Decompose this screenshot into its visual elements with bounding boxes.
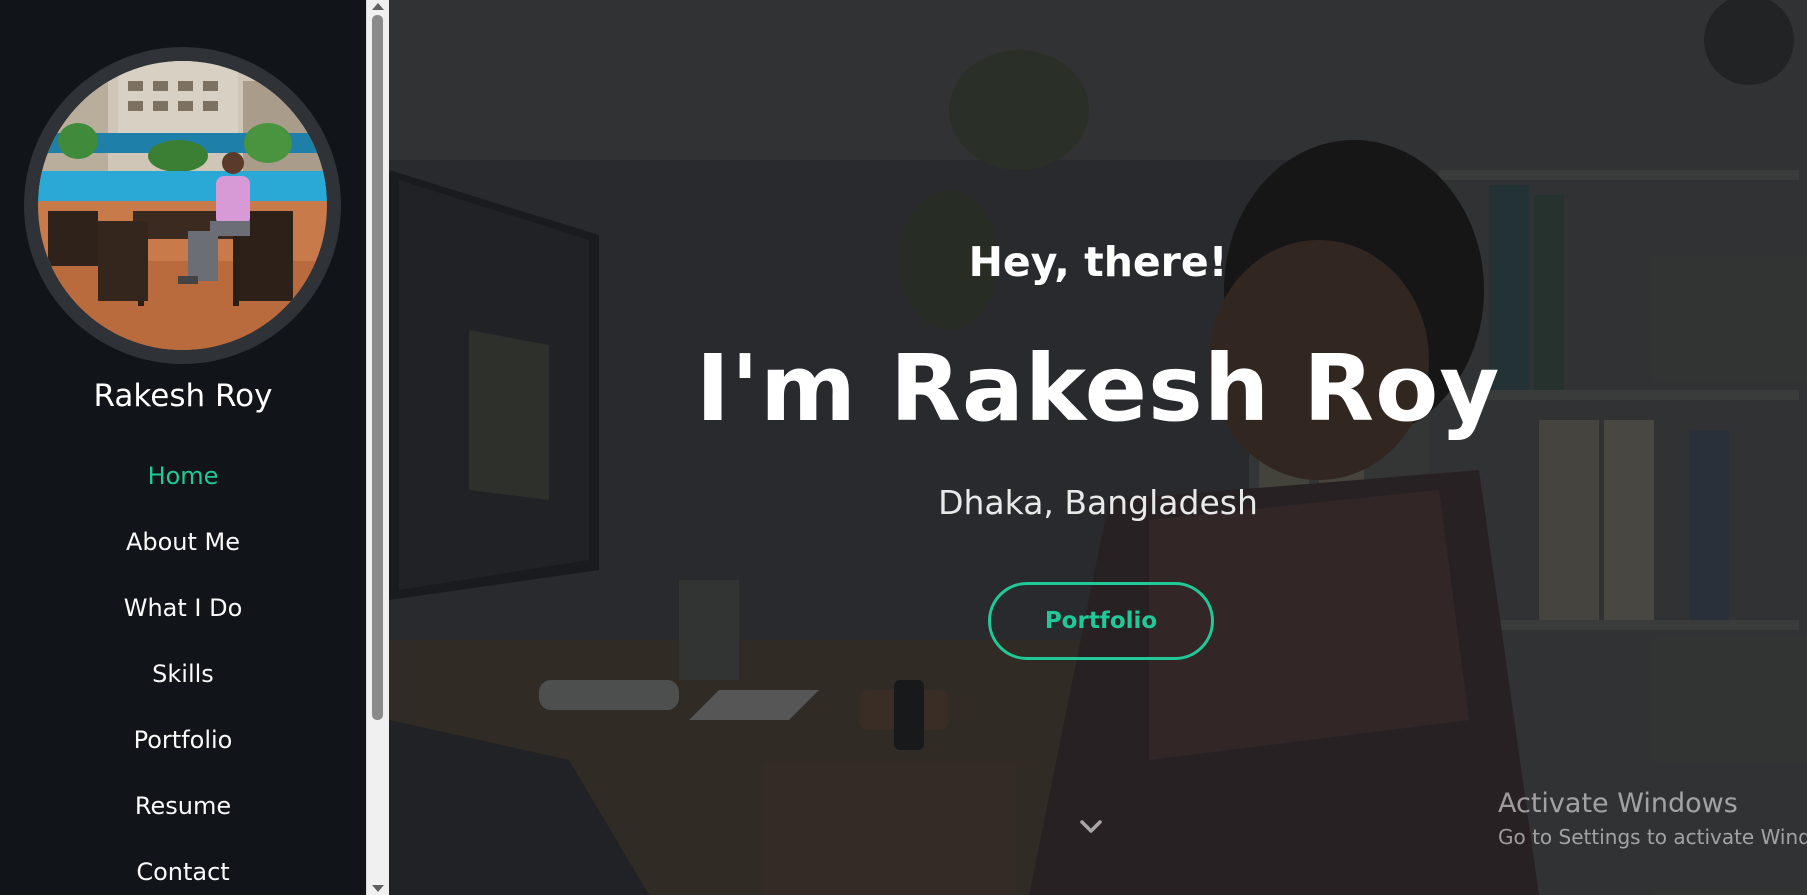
windows-activation-watermark: Activate Windows Go to Settings to activ… xyxy=(1498,788,1807,849)
nav-item-about-me[interactable]: About Me xyxy=(0,518,366,584)
hero-content: Hey, there! I'm Rakesh Roy Dhaka, Bangla… xyxy=(389,0,1807,895)
nav-item-portfolio[interactable]: Portfolio xyxy=(0,716,366,782)
nav-item-home[interactable]: Home xyxy=(0,452,366,518)
hero-section: Hey, there! I'm Rakesh Roy Dhaka, Bangla… xyxy=(389,0,1807,895)
sidebar: Rakesh Roy Home About Me What I Do Skill… xyxy=(0,0,366,895)
nav-item-resume[interactable]: Resume xyxy=(0,782,366,848)
portfolio-button[interactable]: Portfolio xyxy=(988,582,1214,660)
avatar-ring xyxy=(24,47,341,364)
scroll-down-arrow-icon[interactable] xyxy=(372,885,384,892)
nav-item-skills[interactable]: Skills xyxy=(0,650,366,716)
chevron-down-icon[interactable] xyxy=(1079,815,1103,839)
hero-location: Dhaka, Bangladesh xyxy=(938,483,1258,522)
sidebar-scrollbar[interactable] xyxy=(366,0,389,895)
profile-photo xyxy=(38,61,327,350)
profile-name: Rakesh Roy xyxy=(93,378,273,414)
nav-item-what-i-do[interactable]: What I Do xyxy=(0,584,366,650)
nav-item-contact[interactable]: Contact xyxy=(0,848,366,895)
hero-headline: I'm Rakesh Roy xyxy=(695,335,1501,442)
hero-greeting: Hey, there! xyxy=(968,238,1228,286)
watermark-title: Activate Windows xyxy=(1498,788,1738,819)
nav-menu: Home About Me What I Do Skills Portfolio… xyxy=(0,452,366,895)
watermark-subtitle: Go to Settings to activate Windows. xyxy=(1498,825,1807,849)
scroll-up-arrow-icon[interactable] xyxy=(372,3,384,10)
avatar xyxy=(38,61,327,350)
scrollbar-thumb[interactable] xyxy=(372,15,383,720)
